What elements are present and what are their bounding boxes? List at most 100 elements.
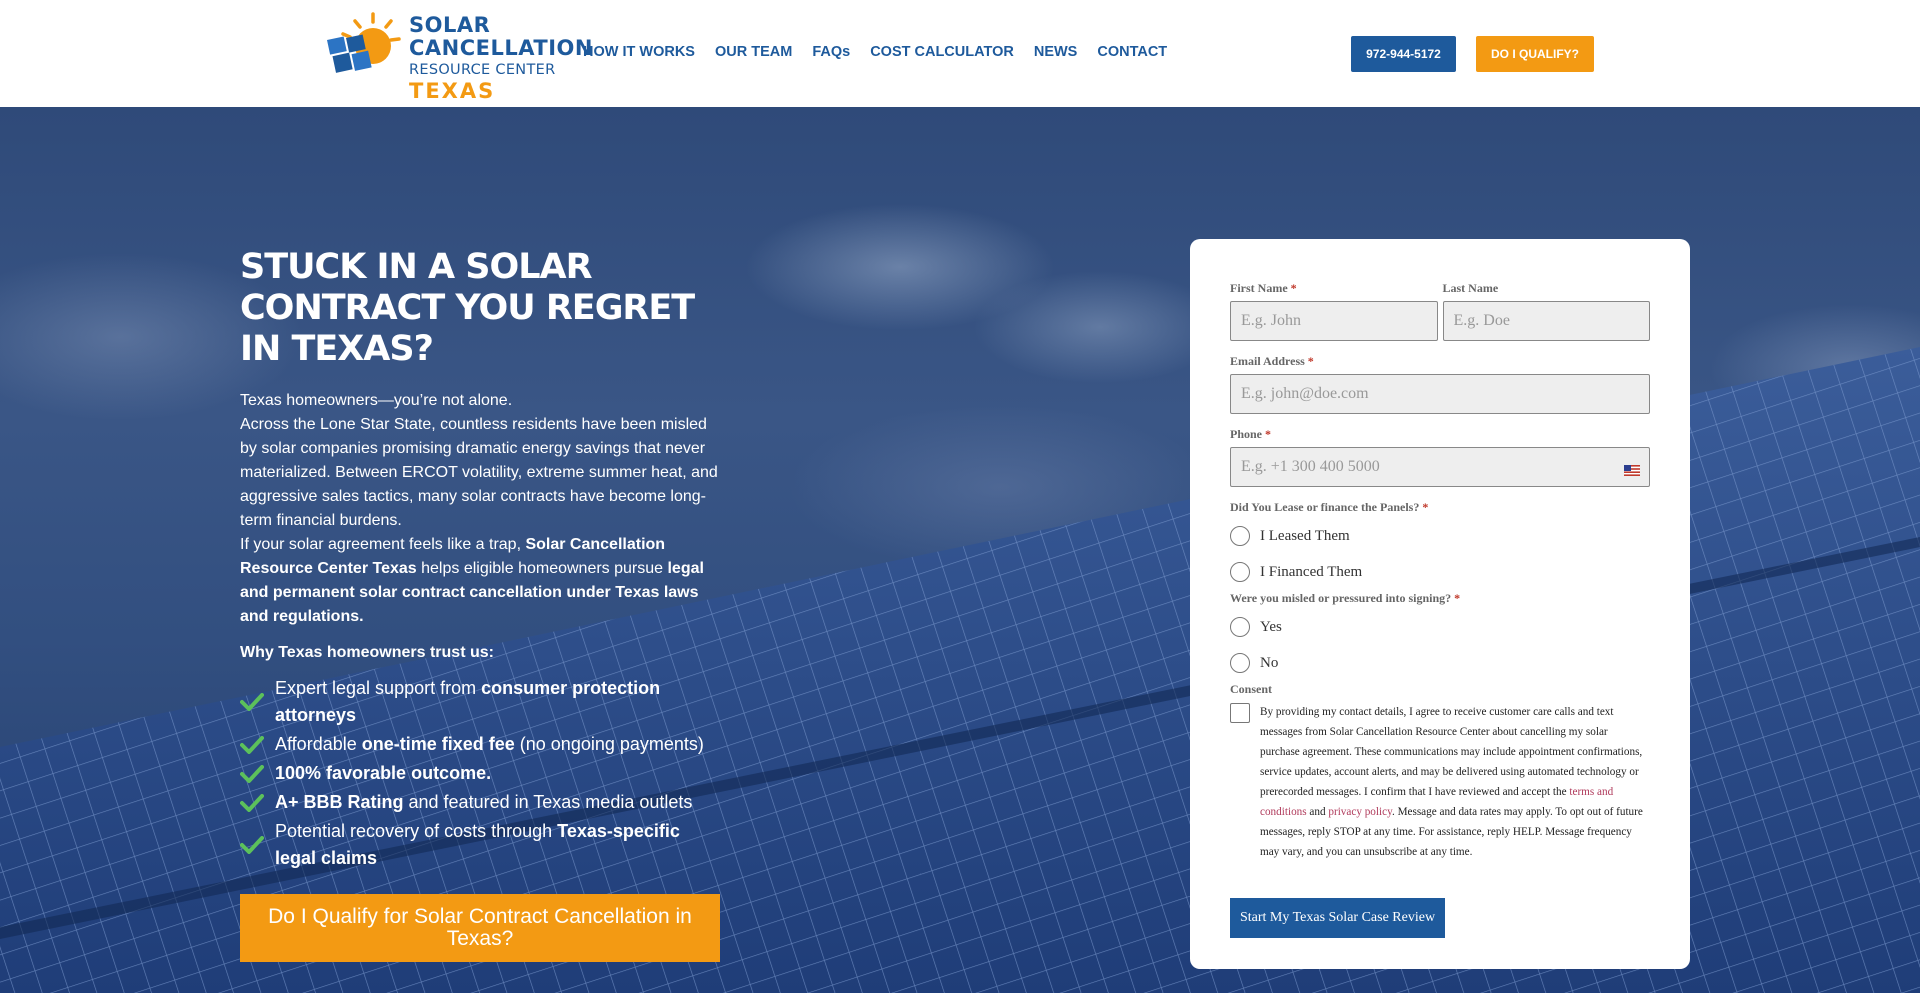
nav-how-it-works[interactable]: HOW IT WORKS bbox=[583, 44, 695, 60]
logo-line-resource-center: RESOURCE CENTER bbox=[409, 62, 556, 78]
help-text-c: helps eligible homeowners pursue bbox=[416, 560, 668, 577]
nav-faqs[interactable]: FAQs bbox=[812, 44, 850, 60]
logo-line-solar: SOLAR bbox=[409, 13, 491, 37]
trust-text: Affordable bbox=[275, 734, 362, 754]
logo-line-cancellation: CANCELLATION bbox=[409, 36, 593, 60]
nav-news[interactable]: NEWS bbox=[1034, 44, 1078, 60]
required-mark: * bbox=[1454, 591, 1461, 605]
no-label: No bbox=[1260, 654, 1279, 671]
misled-group: Were you misled or pressured into signin… bbox=[1230, 591, 1650, 678]
yes-label: Yes bbox=[1260, 618, 1282, 635]
site-logo[interactable]: SOLAR CANCELLATION RESOURCE CENTER TEXAS bbox=[325, 8, 592, 101]
lease-finance-label: Did You Lease or finance the Panels? * bbox=[1230, 500, 1650, 515]
case-review-form: First Name * Last Name Email Address * P… bbox=[1230, 281, 1650, 938]
hero-intro-help: If your solar agreement feels like a tra… bbox=[240, 533, 725, 629]
trust-item-text: A+ BBB Rating and featured in Texas medi… bbox=[275, 789, 720, 816]
first-name-input[interactable] bbox=[1230, 301, 1438, 341]
last-name-group: Last Name bbox=[1442, 281, 1650, 341]
do-i-qualify-button[interactable]: DO I QUALIFY? bbox=[1476, 36, 1594, 72]
lease-finance-group: Did You Lease or finance the Panels? * I… bbox=[1230, 500, 1650, 587]
email-label: Email Address * bbox=[1230, 354, 1650, 369]
last-name-label: Last Name bbox=[1442, 281, 1499, 295]
sun-panel-icon bbox=[325, 10, 405, 90]
consent-text-a: By providing my contact details, I agree… bbox=[1260, 706, 1643, 798]
trust-list: Expert legal support from consumer prote… bbox=[240, 675, 720, 874]
consent-label: Consent bbox=[1230, 682, 1273, 696]
required-mark: * bbox=[1265, 427, 1272, 441]
case-review-form-card: First Name * Last Name Email Address * P… bbox=[1190, 239, 1690, 969]
consent-row: By providing my contact details, I agree… bbox=[1230, 702, 1650, 862]
nav-cost-calculator[interactable]: COST CALCULATOR bbox=[870, 44, 1014, 60]
radio-option-financed[interactable]: I Financed Them bbox=[1230, 557, 1650, 587]
yes-radio[interactable] bbox=[1230, 617, 1250, 637]
required-mark: * bbox=[1422, 500, 1429, 514]
check-icon bbox=[240, 764, 264, 783]
misled-label-text: Were you misled or pressured into signin… bbox=[1230, 591, 1452, 605]
radio-option-yes[interactable]: Yes bbox=[1230, 612, 1650, 642]
email-label-text: Email Address bbox=[1230, 354, 1305, 368]
trust-text-bold: 100% favorable outcome. bbox=[275, 763, 492, 783]
trust-text: and featured in Texas media outlets bbox=[403, 792, 693, 812]
trust-text-bold: A+ BBB Rating bbox=[275, 792, 404, 812]
nav-contact[interactable]: CONTACT bbox=[1097, 44, 1167, 60]
consent-text-and: and bbox=[1306, 806, 1329, 818]
hero-section: STUCK IN A SOLAR CONTRACT YOU REGRET IN … bbox=[0, 107, 1920, 993]
submit-button[interactable]: Start My Texas Solar Case Review bbox=[1230, 898, 1445, 938]
logo-line-texas: TEXAS bbox=[409, 78, 496, 103]
no-radio[interactable] bbox=[1230, 653, 1250, 673]
last-name-input[interactable] bbox=[1442, 301, 1650, 341]
check-icon bbox=[240, 836, 264, 854]
trust-item: 100% favorable outcome. bbox=[240, 760, 720, 787]
us-flag-icon[interactable] bbox=[1624, 465, 1640, 476]
hero-intro-line: Texas homeowners—you’re not alone. bbox=[240, 392, 513, 409]
email-input[interactable] bbox=[1230, 374, 1650, 414]
privacy-link[interactable]: privacy policy bbox=[1328, 806, 1392, 818]
phone-button[interactable]: 972-944-5172 bbox=[1351, 36, 1456, 72]
phone-group: Phone * bbox=[1230, 427, 1650, 487]
trust-text-bold: one-time fixed fee bbox=[361, 734, 515, 754]
first-name-label: First Name * bbox=[1230, 281, 1438, 296]
required-mark: * bbox=[1307, 354, 1314, 368]
phone-label: Phone * bbox=[1230, 427, 1650, 442]
hero-title: STUCK IN A SOLAR CONTRACT YOU REGRET IN … bbox=[240, 247, 695, 369]
qualify-cta-button[interactable]: Do I Qualify for Solar Contract Cancella… bbox=[240, 894, 720, 962]
hero-intro: Texas homeowners—you’re not alone. Acros… bbox=[240, 389, 725, 629]
hero-intro-paragraph: Across the Lone Star State, countless re… bbox=[240, 416, 718, 529]
trust-item: A+ BBB Rating and featured in Texas medi… bbox=[240, 789, 720, 816]
first-name-label-text: First Name bbox=[1230, 281, 1288, 295]
trust-heading: Why Texas homeowners trust us: bbox=[240, 644, 494, 661]
trust-item-text: Expert legal support from consumer prote… bbox=[275, 675, 720, 729]
trust-item-text: Potential recovery of costs through Texa… bbox=[275, 818, 720, 872]
main-nav: HOW IT WORKS OUR TEAM FAQs COST CALCULAT… bbox=[583, 44, 1187, 60]
consent-checkbox[interactable] bbox=[1230, 703, 1250, 723]
misled-label: Were you misled or pressured into signin… bbox=[1230, 591, 1650, 606]
trust-item-text: Affordable one-time fixed fee (no ongoin… bbox=[275, 731, 720, 758]
trust-item: Expert legal support from consumer prote… bbox=[240, 675, 720, 729]
phone-input-wrapper bbox=[1230, 447, 1650, 487]
trust-text: Potential recovery of costs through bbox=[275, 821, 558, 841]
leased-radio[interactable] bbox=[1230, 526, 1250, 546]
financed-label: I Financed Them bbox=[1260, 563, 1363, 580]
trust-text: Expert legal support from bbox=[275, 678, 482, 698]
help-text-a: If your solar agreement feels like a tra… bbox=[240, 536, 526, 553]
trust-text: (no ongoing payments) bbox=[514, 734, 704, 754]
trust-item-text: 100% favorable outcome. bbox=[275, 760, 720, 787]
trust-item: Potential recovery of costs through Texa… bbox=[240, 818, 720, 872]
consent-text: By providing my contact details, I agree… bbox=[1260, 702, 1650, 862]
check-icon bbox=[240, 793, 264, 812]
required-mark: * bbox=[1290, 281, 1297, 295]
leased-label: I Leased Them bbox=[1260, 527, 1350, 544]
site-header: SOLAR CANCELLATION RESOURCE CENTER TEXAS… bbox=[0, 0, 1920, 107]
radio-option-leased[interactable]: I Leased Them bbox=[1230, 521, 1650, 551]
name-row: First Name * Last Name bbox=[1230, 281, 1650, 341]
radio-option-no[interactable]: No bbox=[1230, 648, 1650, 678]
phone-label-text: Phone bbox=[1230, 427, 1263, 441]
nav-our-team[interactable]: OUR TEAM bbox=[715, 44, 792, 60]
financed-radio[interactable] bbox=[1230, 562, 1250, 582]
lease-finance-label-text: Did You Lease or finance the Panels? bbox=[1230, 500, 1420, 514]
phone-input[interactable] bbox=[1230, 447, 1650, 487]
logo-wordmark: SOLAR CANCELLATION RESOURCE CENTER TEXAS bbox=[409, 8, 593, 102]
check-icon bbox=[240, 735, 264, 754]
first-name-group: First Name * bbox=[1230, 281, 1438, 341]
email-group: Email Address * bbox=[1230, 354, 1650, 414]
